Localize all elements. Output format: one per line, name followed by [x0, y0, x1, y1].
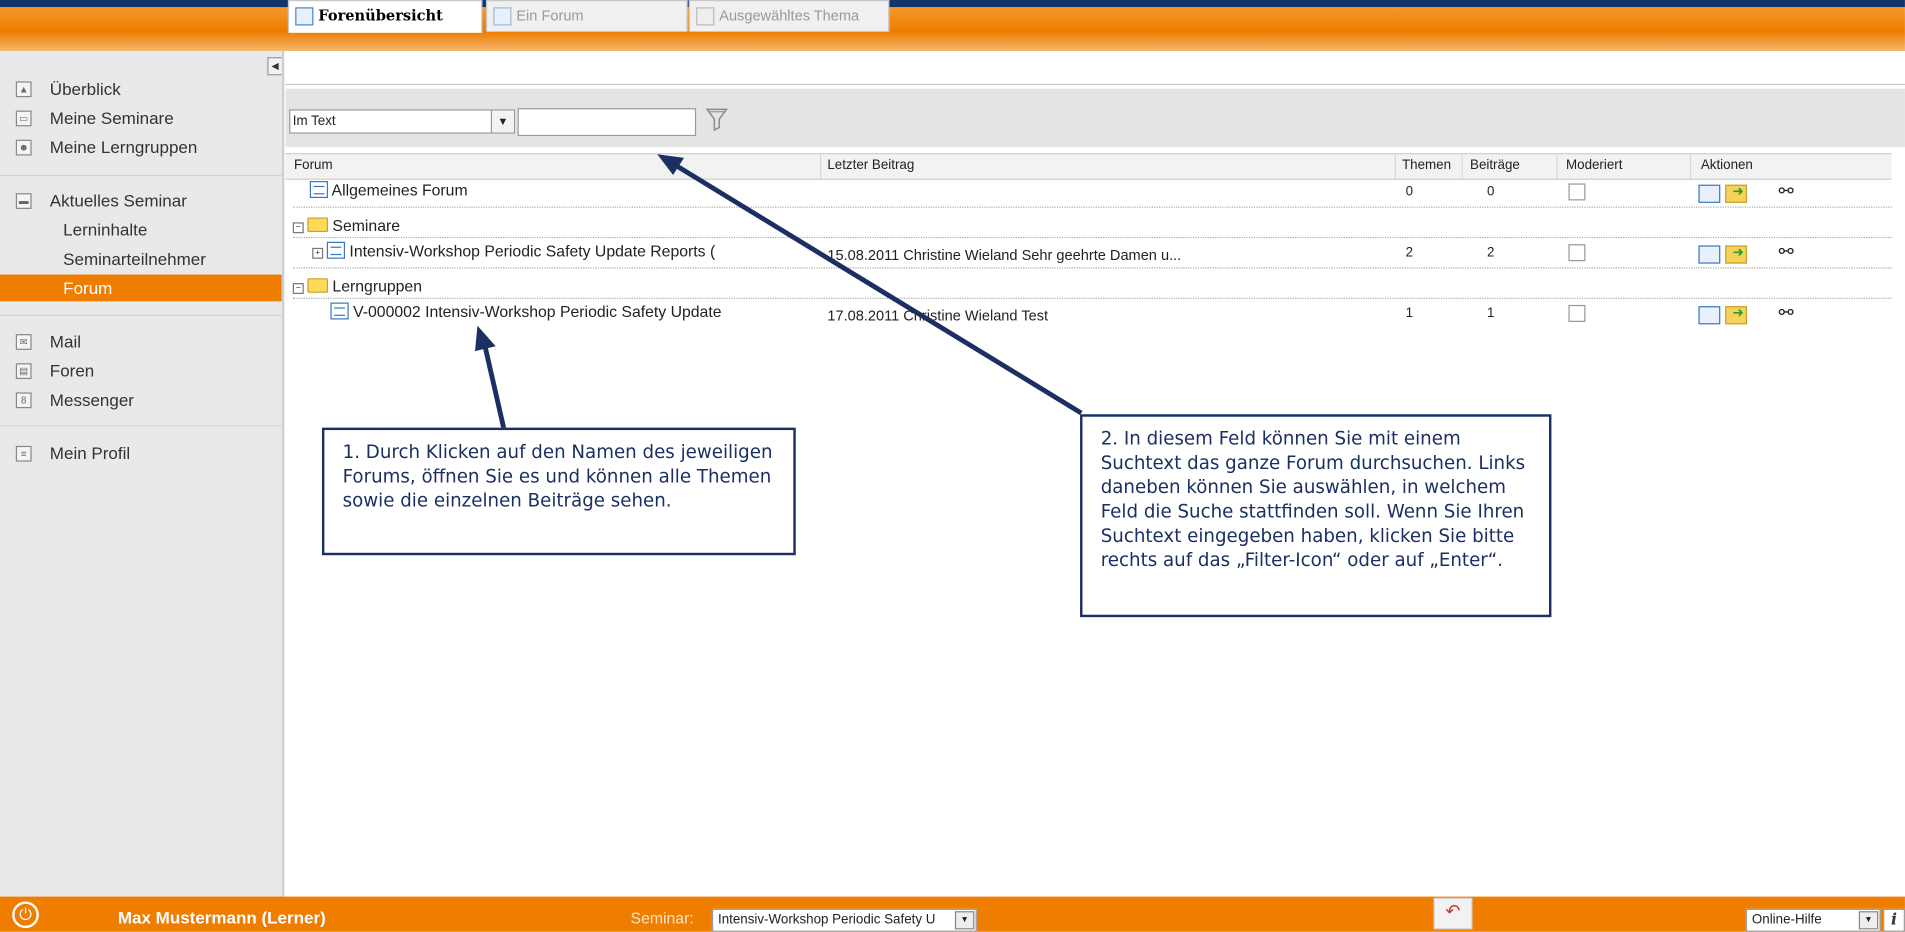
arrow-1-head [475, 325, 496, 352]
arrow-2-head [657, 154, 684, 175]
logout-power-icon[interactable]: ⏻ [12, 901, 39, 929]
seminar-select[interactable]: Intensiv-Workshop Periodic Safety U ▼ [711, 908, 977, 932]
info-icon[interactable]: i [1883, 908, 1905, 932]
help-select[interactable]: Online-Hilfe ▼ [1745, 908, 1881, 932]
select-value: Online-Hilfe [1751, 912, 1822, 927]
user-name: Max Mustermann (Lerner) [117, 907, 326, 927]
chevron-down-icon[interactable]: ▼ [954, 911, 975, 930]
callout-forum-name: 1. Durch Klicken auf den Namen des jewei… [321, 427, 796, 556]
chevron-down-icon[interactable]: ▼ [1858, 911, 1879, 930]
arrow-2 [674, 163, 1083, 416]
select-value: Intensiv-Workshop Periodic Safety U [718, 912, 936, 927]
callout-search: 2. In diesem Feld können Sie mit einem S… [1080, 414, 1552, 618]
seminar-label: Seminar: [630, 908, 694, 927]
arrow-1 [482, 344, 507, 431]
page-root: ◀ ▲ Überblick ▭ Meine Seminare ☻ Meine L… [0, 0, 1905, 932]
annotation-arrows [475, 154, 1083, 431]
back-arrow-icon[interactable]: ↶ [1433, 897, 1473, 930]
